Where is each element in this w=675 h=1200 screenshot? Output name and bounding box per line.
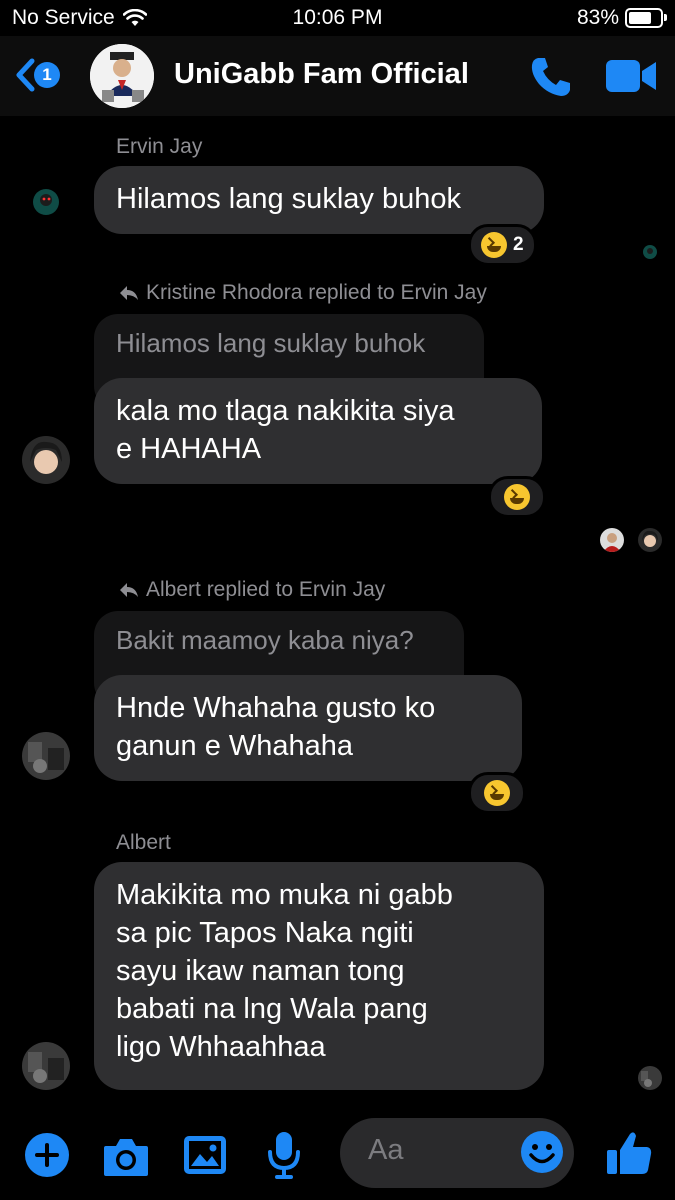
chevron-left-icon (16, 58, 35, 92)
video-call-icon[interactable] (604, 56, 658, 96)
reply-arrow-icon (120, 286, 138, 300)
read-receipt-avatar (600, 528, 624, 552)
message-bubble[interactable]: Hilamos lang suklay buhok (94, 166, 544, 234)
reply-arrow-icon (120, 583, 138, 597)
phone-icon[interactable] (528, 54, 574, 100)
add-icon[interactable] (24, 1132, 70, 1178)
sender-name: Albert (116, 831, 171, 854)
microphone-icon[interactable] (266, 1130, 302, 1180)
reply-label: Kristine Rhodora replied to Ervin Jay (118, 281, 487, 305)
message-bubble[interactable]: kala mo tlaga nakikita siya e HAHAHA (94, 378, 542, 484)
message-line: sayu ikaw naman tong (116, 955, 405, 987)
message-input[interactable]: Aa (340, 1118, 574, 1188)
unread-badge: 1 (34, 62, 60, 88)
laughing-emoji-icon (504, 484, 530, 510)
message-line: e HAHAHA (116, 433, 262, 465)
camera-icon[interactable] (102, 1134, 150, 1178)
emoji-picker-icon[interactable] (520, 1130, 564, 1174)
battery-icon (625, 8, 667, 28)
gallery-icon[interactable] (182, 1134, 228, 1176)
reaction-badge[interactable]: 2 (468, 224, 537, 266)
read-receipt-avatar (638, 528, 662, 552)
battery-percent: 83% (576, 6, 619, 29)
message-bubble[interactable]: Makikita mo muka ni gabb sa pic Tapos Na… (94, 862, 544, 1090)
chat-header: 1 UniGabb Fam Official (0, 36, 675, 116)
reaction-badge[interactable] (488, 476, 546, 518)
message-placeholder: Aa (368, 1134, 404, 1166)
read-receipt-avatar (638, 240, 662, 264)
laughing-emoji-icon (484, 780, 510, 806)
message-line: Hnde Whahaha gusto ko (116, 692, 436, 724)
sender-name: Ervin Jay (116, 135, 203, 158)
reaction-badge[interactable] (468, 772, 526, 814)
message-line: kala mo tlaga nakikita siya (116, 395, 455, 427)
group-title[interactable]: UniGabb Fam Official (174, 58, 469, 91)
quoted-text: Bakit maamoy kaba niya? (116, 625, 414, 655)
reply-label: Albert replied to Ervin Jay (118, 578, 385, 602)
like-thumb-icon[interactable] (604, 1128, 654, 1178)
avatar[interactable] (22, 1042, 70, 1090)
avatar[interactable] (22, 180, 70, 228)
quoted-text: Hilamos lang suklay buhok (116, 328, 426, 358)
message-line: Makikita mo muka ni gabb (116, 879, 453, 911)
message-line: ganun e Whahaha (116, 730, 354, 762)
back-button[interactable]: 1 (14, 58, 60, 92)
group-avatar[interactable] (90, 44, 154, 108)
message-text: Hilamos lang suklay buhok (116, 183, 461, 215)
message-line: sa pic Tapos Naka ngiti (116, 917, 414, 949)
status-bar: No Service 10:06 PM 83% (0, 0, 675, 36)
message-bubble[interactable]: Hnde Whahaha gusto ko ganun e Whahaha (94, 675, 522, 781)
read-receipt-avatar (638, 1066, 662, 1090)
reaction-count: 2 (513, 234, 524, 255)
message-line: babati na lng Wala pang (116, 993, 428, 1025)
clock: 10:06 PM (292, 6, 383, 29)
avatar[interactable] (22, 436, 70, 484)
avatar[interactable] (22, 732, 70, 780)
message-line: ligo Whhaahhaa (116, 1031, 326, 1063)
laughing-emoji-icon (481, 232, 507, 258)
